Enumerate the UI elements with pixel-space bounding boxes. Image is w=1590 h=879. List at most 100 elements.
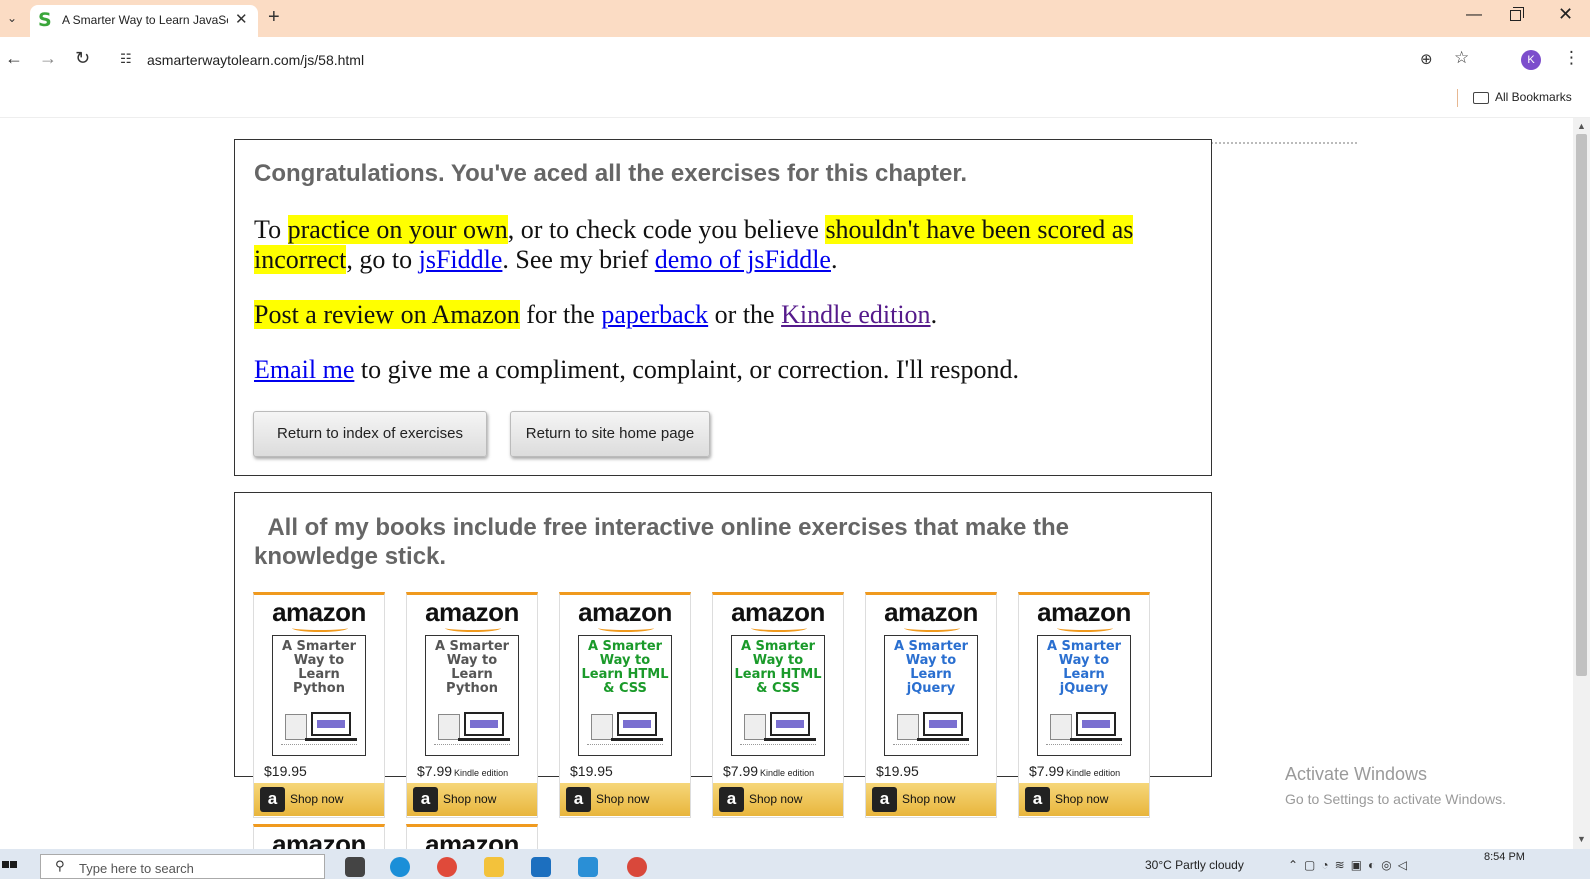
scrollbar-thumb[interactable] (1576, 134, 1587, 676)
shop-now-button[interactable]: a Shop now (713, 783, 843, 816)
amazon-smile-icon (445, 624, 501, 632)
text-segment: or the (708, 300, 782, 329)
devices-illustration-icon (283, 710, 357, 741)
amazon-a-icon: a (413, 787, 438, 812)
profile-avatar[interactable]: K (1521, 50, 1541, 70)
cover-footer (893, 744, 969, 750)
active-tab[interactable]: S A Smarter Way to Learn JavaScript ✕ (30, 5, 258, 37)
shop-now-button[interactable]: a Shop now (866, 783, 996, 816)
book-card[interactable]: amazon A Smarter Way to Learn HTML & CSS $… (712, 592, 844, 818)
book-card[interactable]: amazon A Smarter Way to Learn HTML & CSS $… (559, 592, 691, 818)
restore-icon[interactable] (1510, 7, 1524, 21)
book-card[interactable]: amazon A Smarter Way to Learn Python $19.9… (253, 592, 385, 818)
cover-footer (434, 744, 510, 750)
reload-icon[interactable]: ↻ (75, 48, 90, 69)
return-index-button[interactable]: Return to index of exercises (253, 411, 487, 457)
jsfiddle-link[interactable]: jsFiddle (419, 245, 503, 274)
book-cover[interactable]: A Smarter Way to Learn HTML & CSS (731, 635, 825, 756)
activate-title: Activate Windows (1285, 764, 1428, 784)
return-home-button[interactable]: Return to site home page (510, 411, 710, 457)
file-explorer-icon[interactable] (484, 857, 504, 877)
zoom-icon[interactable]: ⊕ (1420, 50, 1433, 68)
book-cover-title: A Smarter Way to Learn HTML & CSS (581, 639, 669, 696)
url-text[interactable]: asmarterwaytolearn.com/js/58.html (147, 52, 364, 68)
text-segment: to give me a compliment, complaint, or c… (354, 355, 1019, 384)
system-tray-icons[interactable]: ⌃▢◔≋▣◐◎◁ (1288, 858, 1413, 872)
books-heading: All of my books include free interactive… (254, 514, 1076, 570)
highlight-review: Post a review on Amazon (254, 300, 520, 329)
shop-now-button[interactable]: a Shop now (560, 783, 690, 816)
shop-now-button[interactable]: a Shop now (1019, 783, 1149, 816)
kebab-menu-icon[interactable]: ⋮ (1563, 48, 1580, 68)
site-info-icon[interactable]: ☷ (120, 51, 132, 67)
vscode-icon[interactable] (578, 857, 598, 877)
cover-footer (1046, 744, 1122, 750)
cover-footer (740, 744, 816, 750)
amazon-smile-icon (292, 624, 348, 632)
book-card-partial[interactable]: amazon (253, 824, 385, 849)
book-cover[interactable]: A Smarter Way to Learn jQuery (884, 635, 978, 756)
minimize-icon[interactable]: — (1466, 6, 1482, 24)
back-arrow-icon[interactable]: ← (5, 48, 23, 69)
bookmarks-bar: All Bookmarks (0, 82, 1590, 118)
book-cover[interactable]: A Smarter Way to Learn Python (425, 635, 519, 756)
book-card[interactable]: amazon A Smarter Way to Learn Python $7.99… (406, 592, 538, 818)
book-cover[interactable]: A Smarter Way to Learn HTML & CSS (578, 635, 672, 756)
text-segment: . (930, 300, 938, 329)
paperback-link[interactable]: paperback (601, 300, 708, 329)
shop-now-label: Shop now (1055, 792, 1109, 806)
amazon-logo: amazon (272, 829, 366, 849)
kindle-edition-link[interactable]: Kindle edition (781, 300, 930, 329)
shop-now-button[interactable]: a Shop now (254, 783, 384, 816)
congrats-panel: Congratulations. You've aced all the exe… (234, 139, 1212, 476)
window-close-icon[interactable]: ✕ (1558, 4, 1573, 25)
devices-illustration-icon (1048, 710, 1122, 741)
mail-icon[interactable] (531, 857, 551, 877)
book-price: $19.95 (264, 763, 309, 779)
bookmark-star-icon[interactable]: ☆ (1454, 48, 1469, 68)
text-segment: To (254, 215, 288, 244)
devices-illustration-icon (742, 710, 816, 741)
task-view-icon[interactable] (345, 857, 365, 877)
activate-subtitle: Go to Settings to activate Windows. (1285, 791, 1506, 807)
chrome-active-icon[interactable] (627, 857, 647, 877)
book-card[interactable]: amazon A Smarter Way to Learn jQuery $19.9… (865, 592, 997, 818)
book-cover[interactable]: A Smarter Way to Learn Python (272, 635, 366, 756)
vertical-scrollbar[interactable]: ▲ ▼ (1573, 118, 1590, 849)
jsfiddle-demo-link[interactable]: demo of jsFiddle (655, 245, 831, 274)
book-card-partial[interactable]: amazon (406, 824, 538, 849)
chrome-icon[interactable] (437, 857, 457, 877)
forward-arrow-icon[interactable]: → (39, 48, 57, 69)
shop-now-label: Shop now (290, 792, 344, 806)
devices-illustration-icon (895, 710, 969, 741)
edge-icon[interactable] (390, 857, 410, 877)
shop-now-button[interactable]: a Shop now (407, 783, 537, 816)
taskbar-search-input[interactable]: ⚲ Type here to search (40, 854, 325, 879)
amazon-a-icon: a (872, 787, 897, 812)
tab-search-chevron-icon[interactable]: ⌄ (2, 8, 22, 28)
address-bar[interactable]: ☷ asmarterwaytolearn.com/js/58.html ⊕ ☆ (110, 45, 1486, 75)
book-cover-title: A Smarter Way to Learn Python (281, 639, 357, 696)
email-me-link[interactable]: Email me (254, 355, 354, 384)
all-bookmarks-button[interactable]: All Bookmarks (1473, 90, 1572, 104)
scroll-down-arrow-icon[interactable]: ▼ (1577, 834, 1586, 844)
text-segment: , or to check code you believe (507, 215, 826, 244)
scroll-up-arrow-icon[interactable]: ▲ (1577, 121, 1586, 131)
tab-strip: ⌄ S A Smarter Way to Learn JavaScript ✕ … (0, 0, 1590, 37)
price-value: $7.99 (723, 763, 759, 779)
shop-now-label: Shop now (749, 792, 803, 806)
book-cover[interactable]: A Smarter Way to Learn jQuery (1037, 635, 1131, 756)
new-tab-plus-icon[interactable]: + (268, 6, 280, 29)
tab-close-icon[interactable]: ✕ (235, 10, 248, 28)
book-cover-title: A Smarter Way to Learn jQuery (1046, 639, 1122, 696)
cover-footer (587, 744, 663, 750)
search-icon: ⚲ (55, 858, 65, 873)
taskbar-clock[interactable]: 8:54 PM (1484, 851, 1525, 863)
windows-start-icon[interactable] (0, 861, 18, 879)
devices-illustration-icon (436, 710, 510, 741)
amazon-logo: amazon (425, 829, 519, 849)
weather-widget[interactable]: 30°C Partly cloudy (1145, 858, 1244, 872)
book-card[interactable]: amazon A Smarter Way to Learn jQuery $7.99… (1018, 592, 1150, 818)
amazon-a-icon: a (1025, 787, 1050, 812)
book-price: $7.99 Kindle edition (1029, 763, 1120, 779)
